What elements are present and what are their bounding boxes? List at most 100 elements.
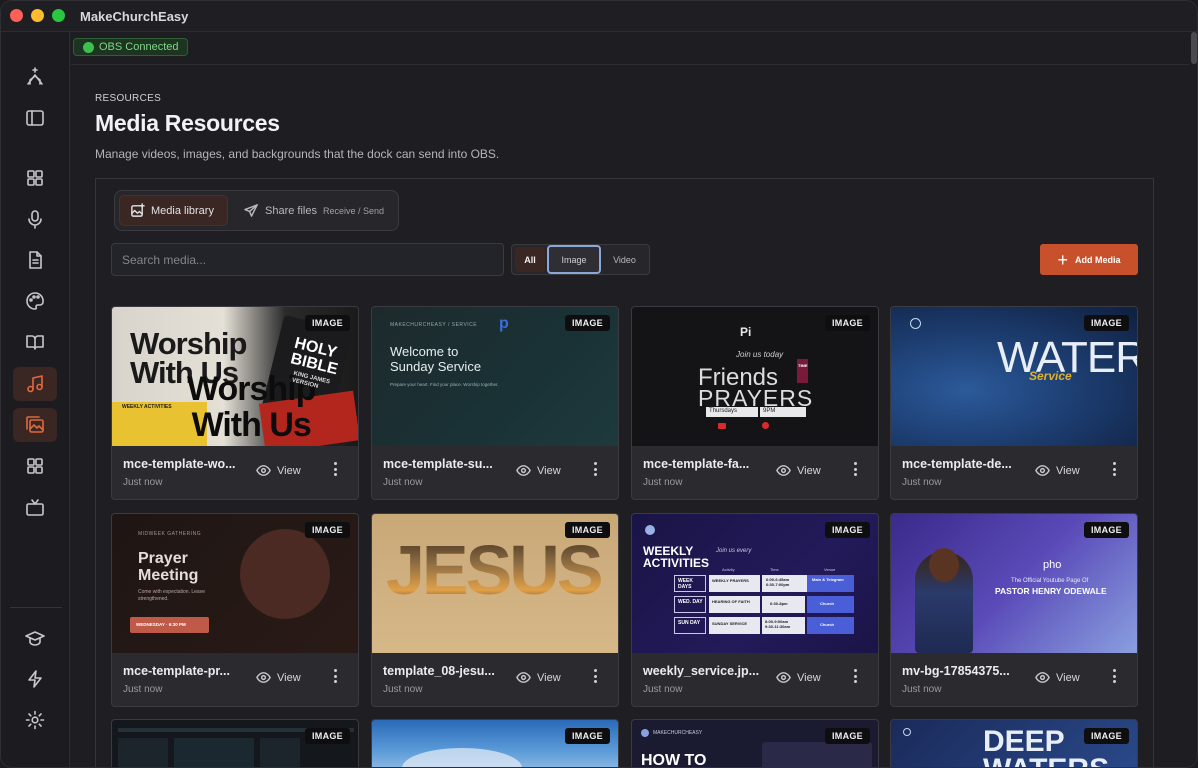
thumb-text: JESUS bbox=[386, 531, 604, 609]
tab-media-library[interactable]: Media library bbox=[119, 195, 228, 226]
graduation-cap-icon bbox=[25, 631, 45, 646]
sidebar-item-themes[interactable] bbox=[13, 284, 57, 318]
thumb-text: Prayer bbox=[138, 550, 188, 567]
book-open-icon bbox=[26, 335, 44, 350]
palette-icon bbox=[26, 292, 44, 310]
microphone-icon bbox=[28, 210, 42, 229]
sidebar-divider bbox=[10, 607, 62, 608]
more-options-button[interactable] bbox=[590, 667, 600, 685]
sidebar-item-learn[interactable] bbox=[13, 621, 57, 655]
filter-image-button[interactable]: Image bbox=[547, 245, 601, 274]
eye-icon bbox=[516, 672, 531, 683]
more-options-button[interactable] bbox=[850, 667, 860, 685]
sidebar-toggle[interactable] bbox=[13, 101, 57, 135]
thumb-text: Church bbox=[820, 622, 834, 627]
search-input[interactable] bbox=[111, 243, 504, 276]
zoom-window-button[interactable] bbox=[52, 9, 65, 22]
apps-grid-icon bbox=[27, 458, 43, 474]
sidebar-item-bible[interactable] bbox=[13, 325, 57, 359]
media-type-badge: IMAGE bbox=[564, 728, 610, 744]
more-options-button[interactable] bbox=[1109, 460, 1119, 478]
eye-icon bbox=[516, 465, 531, 476]
thumb-text: pho bbox=[1043, 559, 1062, 571]
thumb-text: Prepare your heart. Find your place. Wor… bbox=[390, 382, 499, 387]
filter-video-button[interactable]: Video bbox=[602, 247, 647, 272]
scrollbar-thumb[interactable] bbox=[1191, 32, 1197, 64]
sidebar-item-broadcast[interactable] bbox=[13, 491, 57, 525]
media-card[interactable]: WATERS Service IMAGE mce-template-de... … bbox=[890, 306, 1138, 500]
media-card[interactable]: WEEKLY ACTIVITIES Join us every Activity … bbox=[631, 513, 879, 707]
media-card[interactable]: JESUS IMAGE template_08-jesu... Just now… bbox=[371, 513, 619, 707]
media-card[interactable]: DEEPWATERS IMAGE bbox=[890, 719, 1138, 768]
media-card[interactable]: MIDWEEK GATHERING Prayer Meeting Come wit… bbox=[111, 513, 359, 707]
view-button[interactable]: View bbox=[1035, 670, 1080, 685]
media-timestamp: Just now bbox=[123, 684, 163, 695]
media-name: mce-template-pr... bbox=[123, 664, 230, 678]
thumb-text: WEEK DAYS bbox=[678, 578, 693, 590]
media-card[interactable]: Worship With Us Worship With Us HOLY BIBLE … bbox=[111, 306, 359, 500]
thumb-text: Activity bbox=[722, 567, 735, 572]
media-type-badge: IMAGE bbox=[1083, 728, 1129, 744]
sidebar-item-microphone[interactable] bbox=[13, 202, 57, 236]
document-icon bbox=[29, 251, 42, 269]
status-strip: OBS Connected bbox=[71, 32, 1189, 65]
media-timestamp: Just now bbox=[902, 477, 942, 488]
thumb-text: Church bbox=[820, 601, 834, 606]
thumb-text: With Us bbox=[191, 406, 312, 444]
sidebar-item-apps[interactable] bbox=[13, 449, 57, 483]
sidebar-item-quick-actions[interactable] bbox=[13, 662, 57, 696]
media-name: mv-bg-17854375... bbox=[902, 664, 1010, 678]
thumb-text: HEARING OF FAITH bbox=[712, 599, 750, 604]
main-scrollbar[interactable] bbox=[1190, 32, 1197, 767]
add-media-button[interactable]: + Add Media bbox=[1040, 244, 1138, 275]
obs-status-label: OBS Connected bbox=[99, 41, 179, 53]
tab-share-files[interactable]: Share files Receive / Send bbox=[234, 195, 394, 226]
eye-icon bbox=[776, 465, 791, 476]
view-button[interactable]: View bbox=[776, 463, 821, 478]
media-card[interactable]: Pi Join us today Friends PRAYERS TIME Th… bbox=[631, 306, 879, 500]
sidebar-item-media[interactable] bbox=[13, 408, 57, 442]
media-type-badge: IMAGE bbox=[824, 728, 870, 744]
sidebar-item-documents[interactable] bbox=[13, 243, 57, 277]
thumb-text: Main & Telegram bbox=[812, 577, 844, 582]
thumb-text: WATERS bbox=[983, 753, 1109, 768]
sidebar-logo[interactable] bbox=[13, 60, 57, 94]
view-label: View bbox=[797, 671, 821, 684]
more-options-button[interactable] bbox=[330, 460, 340, 478]
view-button[interactable]: View bbox=[516, 463, 561, 478]
close-window-button[interactable] bbox=[10, 9, 23, 22]
thumb-text: Join us every bbox=[716, 548, 752, 554]
more-options-button[interactable] bbox=[850, 460, 860, 478]
media-tabs: Media library Share files Receive / Send bbox=[114, 190, 399, 231]
music-note-icon bbox=[27, 375, 43, 393]
view-button[interactable]: View bbox=[516, 670, 561, 685]
more-options-button[interactable] bbox=[590, 460, 600, 478]
status-dot-icon bbox=[83, 41, 94, 53]
view-button[interactable]: View bbox=[776, 670, 821, 685]
media-card[interactable]: p MAKECHURCHEASY / SERVICE Welcome to Sun… bbox=[371, 306, 619, 500]
sidebar-item-music[interactable] bbox=[13, 367, 57, 401]
media-name: template_08-jesu... bbox=[383, 664, 495, 678]
minimize-window-button[interactable] bbox=[31, 9, 44, 22]
media-timestamp: Just now bbox=[643, 684, 683, 695]
thumb-text: Meeting bbox=[138, 567, 199, 584]
more-options-button[interactable] bbox=[1109, 667, 1119, 685]
sidebar-item-dashboard[interactable] bbox=[13, 161, 57, 195]
media-card[interactable]: MAKECHURCHEASY HOW TO IMAGE bbox=[631, 719, 879, 767]
more-options-button[interactable] bbox=[330, 667, 340, 685]
view-button[interactable]: View bbox=[1035, 463, 1080, 478]
thumb-text: SUN DAY bbox=[678, 620, 701, 626]
church-logo-icon bbox=[27, 67, 43, 85]
media-card[interactable]: IMAGE bbox=[371, 719, 619, 767]
plus-icon: + bbox=[1057, 249, 1068, 270]
filter-all-button[interactable]: All bbox=[515, 247, 545, 272]
view-button[interactable]: View bbox=[256, 463, 301, 478]
media-card[interactable]: pho The Official Youtube Page Of PASTOR … bbox=[890, 513, 1138, 707]
eye-icon bbox=[256, 672, 271, 683]
sidebar-item-settings[interactable] bbox=[13, 703, 57, 737]
tab-media-library-label: Media library bbox=[151, 204, 214, 217]
media-type-badge: IMAGE bbox=[1083, 522, 1129, 538]
media-card[interactable]: IMAGE bbox=[111, 719, 359, 767]
view-button[interactable]: View bbox=[256, 670, 301, 685]
media-type-badge: IMAGE bbox=[304, 728, 350, 744]
